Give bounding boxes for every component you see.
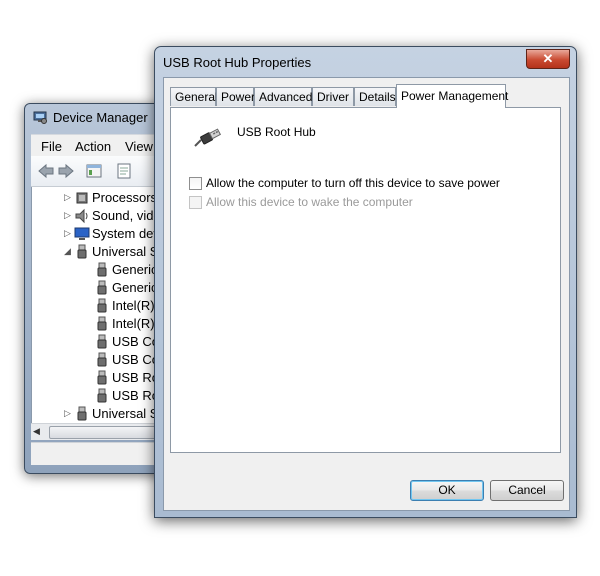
forward-arrow-icon[interactable] bbox=[57, 162, 75, 180]
device-manager-titlebar[interactable]: Device Manager bbox=[25, 104, 175, 130]
usb-icon bbox=[97, 388, 107, 403]
usb-icon bbox=[97, 334, 107, 349]
usb-icon bbox=[97, 262, 107, 277]
usb-icon bbox=[97, 370, 107, 385]
tab-advanced[interactable]: Advanced bbox=[254, 87, 312, 106]
menu-action[interactable]: Action bbox=[75, 139, 111, 154]
processor-icon bbox=[76, 192, 88, 204]
usb-icon bbox=[77, 244, 87, 259]
tab-details[interactable]: Details bbox=[354, 87, 396, 106]
usb-plug-icon bbox=[194, 128, 222, 147]
expand-arrow-icon[interactable]: ▷ bbox=[64, 408, 71, 419]
tab-general[interactable]: General bbox=[170, 87, 218, 106]
device-manager-icon bbox=[33, 111, 47, 124]
power-management-panel: USB Root Hub Allow the computer to turn … bbox=[170, 107, 561, 453]
allow-wake-checkbox bbox=[189, 196, 202, 209]
computer-icon bbox=[74, 227, 90, 240]
usb-icon bbox=[77, 406, 87, 421]
expand-arrow-icon[interactable]: ▷ bbox=[64, 228, 71, 239]
usb-icon bbox=[97, 316, 107, 331]
collapse-arrow-icon[interactable]: ◢ bbox=[64, 246, 71, 257]
dialog-title: USB Root Hub Properties bbox=[163, 55, 312, 70]
device-manager-title: Device Manager bbox=[53, 110, 148, 125]
dialog-body: General Power Advanced Driver Details Po… bbox=[163, 77, 570, 511]
back-arrow-icon[interactable] bbox=[37, 162, 55, 180]
help-page-icon[interactable] bbox=[115, 162, 133, 180]
scroll-thumb[interactable] bbox=[49, 426, 171, 439]
usb-icon bbox=[97, 352, 107, 367]
scroll-left-icon[interactable]: ◀ bbox=[33, 426, 40, 437]
close-button[interactable]: ✕ bbox=[526, 49, 570, 69]
menu-file[interactable]: File bbox=[41, 139, 62, 154]
cancel-button[interactable]: Cancel bbox=[490, 480, 564, 501]
usb-icon bbox=[97, 298, 107, 313]
ok-button[interactable]: OK bbox=[410, 480, 484, 501]
device-name: USB Root Hub bbox=[237, 125, 316, 139]
allow-turn-off-checkbox[interactable] bbox=[189, 177, 202, 190]
properties-dialog[interactable]: USB Root Hub Properties ✕ General Power … bbox=[154, 46, 577, 518]
usb-icon bbox=[97, 280, 107, 295]
menu-view[interactable]: View bbox=[125, 139, 153, 154]
allow-turn-off-label[interactable]: Allow the computer to turn off this devi… bbox=[206, 176, 500, 190]
expand-arrow-icon[interactable]: ▷ bbox=[64, 192, 71, 203]
tab-driver[interactable]: Driver bbox=[312, 87, 354, 106]
properties-view-icon[interactable] bbox=[85, 162, 103, 180]
speaker-icon bbox=[75, 208, 88, 224]
allow-wake-label: Allow this device to wake the computer bbox=[206, 195, 413, 209]
tab-power-management[interactable]: Power Management bbox=[396, 84, 508, 108]
expand-arrow-icon[interactable]: ▷ bbox=[64, 210, 71, 221]
tab-power[interactable]: Power bbox=[216, 87, 255, 106]
